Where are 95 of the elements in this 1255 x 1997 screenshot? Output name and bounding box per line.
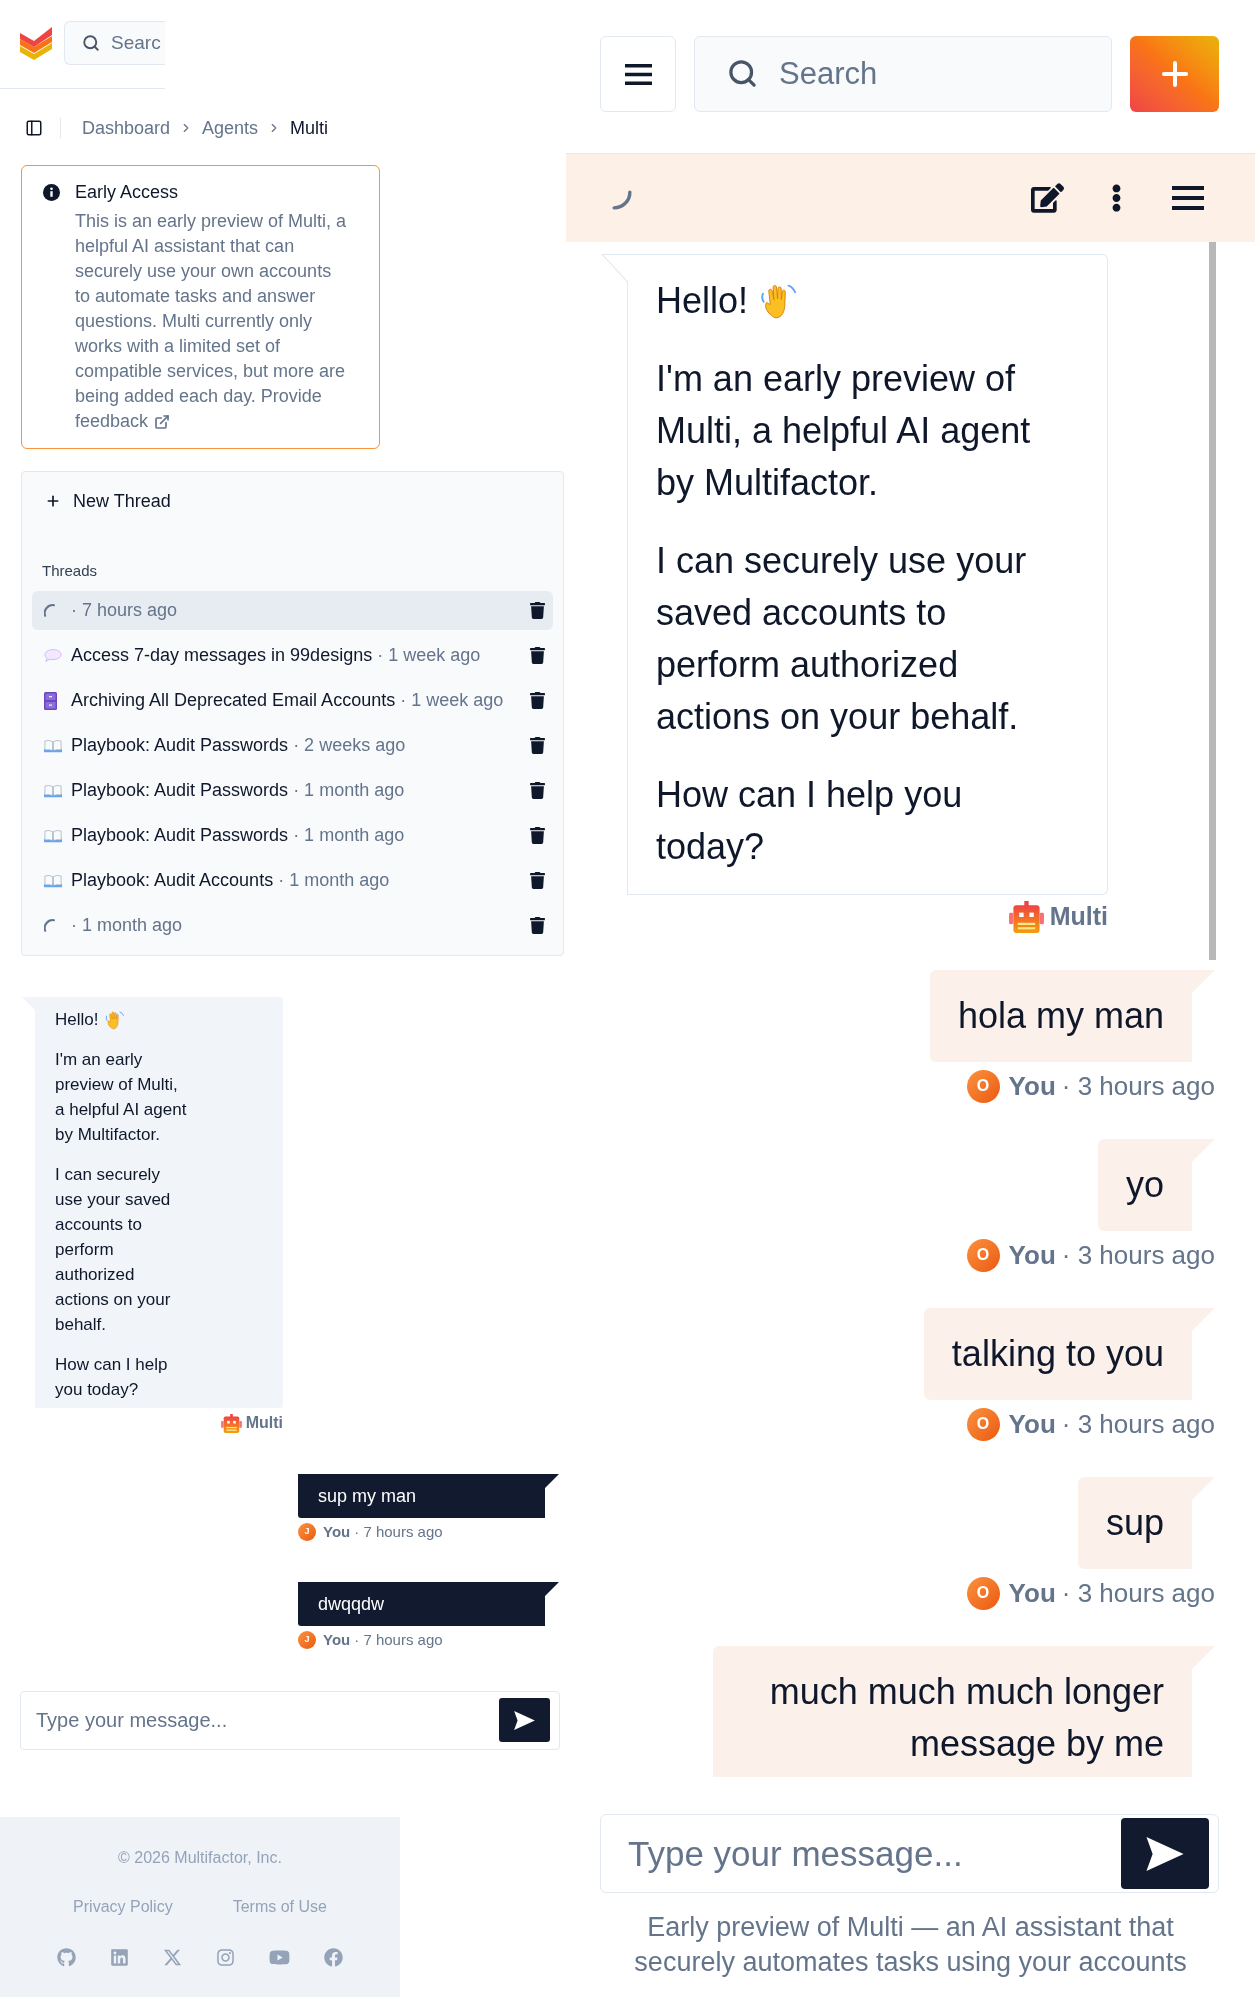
thread-item[interactable]: Archiving All Deprecated Email Accounts · 1 week ago (32, 681, 553, 720)
breadcrumb-item[interactable]: Agents (202, 114, 259, 142)
message-time: · 3 hours ago (1061, 1238, 1215, 1272)
message-text: I'm an early preview of Multi, a helpful AI agent by Multifactor. (656, 357, 1032, 505)
sidebar-icon[interactable] (25, 119, 43, 137)
menu-icon (624, 63, 652, 85)
scrollbar[interactable] (1209, 242, 1216, 960)
send-icon (514, 1710, 535, 1730)
robot-icon (1008, 901, 1044, 933)
section-heading: Threads (42, 561, 98, 581)
send-icon (1146, 1836, 1184, 1871)
author-name: Multi (245, 1413, 283, 1433)
message-time: · 3 hours ago (1061, 1069, 1215, 1103)
thread-item[interactable]: Access 7-day messages in 99designs · 1 week ago (32, 636, 553, 675)
external-link-icon (154, 413, 171, 430)
avatar: J (298, 1523, 316, 1541)
search-field[interactable]: Searc (64, 21, 165, 65)
message-text: How can I help you today? (656, 773, 964, 869)
message-text: I can securely use your saved accounts to perform authorized actions on your behalf. (55, 1164, 172, 1336)
author-name: Multi (1049, 901, 1108, 933)
copyright-text: © 2026 Multifactor, Inc. (118, 1848, 282, 1868)
author-name: You (1008, 1069, 1056, 1103)
avatar: O (966, 1238, 1000, 1272)
add-button[interactable] (1130, 36, 1219, 112)
send-button[interactable] (1121, 1818, 1209, 1889)
breadcrumb-item: Multi (290, 116, 329, 140)
message-text: Hello! (55, 1009, 99, 1031)
thread-item[interactable]: Playbook: Audit Passwords · 2 weeks ago (32, 726, 553, 765)
loading-arc-icon (612, 190, 632, 210)
message-bubble: hola my man (929, 970, 1215, 1062)
trash-icon[interactable] (530, 737, 545, 754)
message-text: I can securely use your saved accounts to perform authorized actions on your behalf. (656, 539, 1028, 739)
author-name: You (1008, 1576, 1056, 1610)
loading-arc-icon (44, 919, 55, 932)
more-vertical-icon[interactable] (1111, 184, 1122, 212)
message-input[interactable]: Type your message... (20, 1691, 560, 1750)
trash-icon[interactable] (530, 917, 545, 934)
author-name: You (323, 1521, 351, 1542)
message-bubble: yo (1097, 1139, 1215, 1231)
trash-icon[interactable] (530, 647, 545, 664)
menu-icon[interactable] (1172, 186, 1204, 210)
loading-arc-icon (44, 604, 55, 617)
edit-icon[interactable] (1031, 183, 1064, 213)
send-button[interactable] (499, 1698, 550, 1742)
search-field[interactable]: Search (694, 36, 1112, 112)
trash-icon[interactable] (530, 872, 545, 889)
thread-item[interactable]: Playbook: Audit Passwords · 1 month ago (32, 771, 553, 810)
robot-icon (220, 1413, 242, 1433)
author-name: You (323, 1629, 351, 1650)
avatar: O (966, 1407, 1000, 1441)
thread-item[interactable]: · 7 hours ago (32, 591, 553, 630)
search-icon (727, 58, 758, 89)
message-text: I'm an early preview of Multi, a helpful AI agent by Multifactor. (55, 1049, 188, 1146)
trash-icon[interactable] (530, 692, 545, 709)
caption-text: Early preview of Multi — an AI assistant that securely automates tasks using your accounts (633, 1911, 1188, 1979)
avatar: O (966, 1576, 1000, 1610)
author-name: You (1008, 1407, 1056, 1441)
open-book-icon (44, 873, 62, 888)
new-thread-button[interactable]: New Thread (32, 481, 181, 521)
thread-item[interactable]: Playbook: Audit Accounts · 1 month ago (32, 861, 553, 900)
avatar: O (966, 1069, 1000, 1103)
message-time: · 7 hours ago (354, 1629, 443, 1650)
message-time: · 7 hours ago (354, 1521, 443, 1542)
plus-icon (45, 493, 61, 509)
message-text: Hello! (656, 279, 749, 323)
breadcrumb-item[interactable]: Dashboard (82, 114, 171, 142)
thread-item[interactable]: · 1 month ago (32, 906, 553, 945)
feedback-link[interactable]: feedback (75, 409, 171, 434)
message-text: How can I help you today? (55, 1354, 169, 1401)
trash-icon[interactable] (530, 602, 545, 619)
logo-icon[interactable] (20, 26, 52, 60)
open-book-icon (44, 783, 62, 798)
message-bubble: sup my man (298, 1474, 559, 1518)
message-time: · 3 hours ago (1061, 1407, 1215, 1441)
info-icon (43, 184, 60, 201)
notice-text: This is an early preview of Multi, a helpful AI assistant that can securely use your own accounts to automate tasks and answer questions. Multi currently only works with a limited set of compatible services, but more are being added each day. Provide feedback (75, 209, 349, 434)
speech-bubble-icon (44, 648, 62, 663)
waving-hand-icon (760, 282, 799, 320)
avatar: J (298, 1631, 316, 1649)
trash-icon[interactable] (530, 827, 545, 844)
open-book-icon (44, 738, 62, 753)
open-book-icon (44, 828, 62, 843)
thread-item[interactable]: Playbook: Audit Passwords · 1 month ago (32, 816, 553, 855)
message-time: · 3 hours ago (1061, 1576, 1215, 1610)
waving-hand-icon (105, 1009, 126, 1030)
message-bubble: much much much longer message by me (713, 1646, 1215, 1777)
author-name: You (1008, 1238, 1056, 1272)
notice-title: Early Access (75, 181, 179, 204)
menu-button[interactable] (600, 36, 676, 112)
message-bubble: talking to you (923, 1308, 1215, 1400)
message-bubble: sup (1077, 1477, 1215, 1569)
search-icon (82, 34, 100, 52)
trash-icon[interactable] (530, 782, 545, 799)
message-bubble: dwqqdw (298, 1582, 559, 1626)
file-cabinet-icon (44, 691, 57, 710)
